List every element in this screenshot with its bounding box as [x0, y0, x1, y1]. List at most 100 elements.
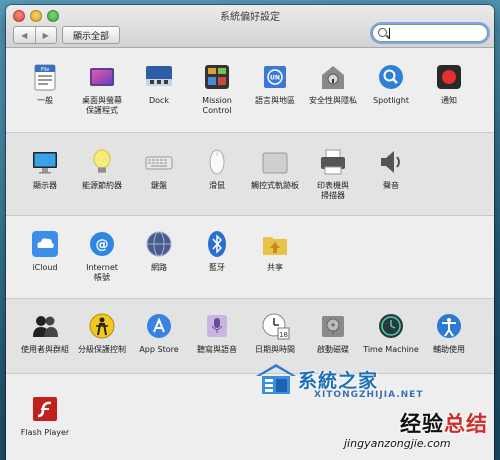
pref-pane-notifications[interactable]: 通知	[419, 62, 479, 106]
pref-pane-label: 一般	[37, 96, 53, 105]
sound-icon	[376, 147, 406, 177]
pref-pane-internet-accounts[interactable]: @ Internet 帳號	[72, 229, 132, 283]
pref-pane-label: 桌面與螢幕 保護程式	[82, 96, 122, 115]
pref-pane-label: Spotlight	[373, 96, 409, 105]
svg-text:UN: UN	[270, 75, 280, 82]
users-groups-icon	[30, 311, 60, 341]
pref-pane-parental-controls[interactable]: 分級保護控制	[72, 311, 132, 355]
sharing-icon	[260, 229, 290, 259]
show-all-button[interactable]: 顯示全部	[62, 26, 120, 44]
bluetooth-icon	[202, 229, 232, 259]
pref-pane-flash-player[interactable]: Flash Player	[15, 394, 75, 438]
pref-pane-app-store[interactable]: App Store	[129, 311, 189, 355]
pref-pane-energy-saver[interactable]: 能源節約器	[72, 147, 132, 191]
general-icon: File	[30, 62, 60, 92]
titlebar: 系統偏好設定 ◀ ▶ 顯示全部	[6, 5, 494, 48]
startup-disk-icon: ?	[318, 311, 348, 341]
pref-pane-bluetooth[interactable]: 藍牙	[187, 229, 247, 273]
pref-pane-network[interactable]: 網路	[129, 229, 189, 273]
pref-pane-spotlight[interactable]: Spotlight	[361, 62, 421, 106]
window-title: 系統偏好設定	[220, 12, 280, 23]
pref-pane-label: 印表機與 掃描器	[317, 181, 349, 200]
pref-pane-label: 語言與地區	[255, 96, 295, 105]
pref-pane-label: 通知	[441, 96, 457, 105]
pref-pane-icloud[interactable]: iCloud	[15, 229, 75, 273]
pref-pane-label: 網路	[151, 263, 167, 272]
icloud-icon	[30, 229, 60, 259]
pref-pane-sound[interactable]: 聲音	[361, 147, 421, 191]
jingyan-watermark: 经验总结	[400, 408, 488, 438]
internet-accounts-icon: @	[87, 229, 117, 259]
pref-pane-label: 安全性與隱私	[309, 96, 357, 105]
watermark-site-name: 系統之家	[298, 369, 379, 392]
pref-pane-label: Mission Control	[202, 96, 232, 115]
nav-buttons: ◀ ▶	[13, 26, 57, 44]
pref-pane-label: 啟動磁碟	[317, 345, 349, 354]
pref-pane-time-machine[interactable]: Time Machine	[361, 311, 421, 355]
pref-pane-label: 共享	[267, 263, 283, 272]
desktop-screensaver-icon	[87, 62, 117, 92]
pref-pane-label: 日期與時間	[255, 345, 295, 354]
jingyan-url: jingyanzongjie.com	[344, 437, 451, 450]
pref-pane-general[interactable]: File 一般	[15, 62, 75, 106]
search-icon	[378, 28, 387, 37]
language-region-icon: UN	[260, 62, 290, 92]
pref-pane-label: 聽寫與語音	[197, 345, 237, 354]
pref-pane-mouse[interactable]: 滑鼠	[187, 147, 247, 191]
time-machine-icon	[376, 311, 406, 341]
network-icon	[144, 229, 174, 259]
pref-pane-trackpad[interactable]: 觸控式軌跡板	[245, 147, 305, 191]
pref-pane-label: 分級保護控制	[78, 345, 126, 354]
text-cursor	[389, 28, 390, 39]
dock-icon	[144, 62, 174, 92]
pref-pane-sharing[interactable]: 共享	[245, 229, 305, 273]
pref-pane-startup-disk[interactable]: ? 啟動磁碟	[303, 311, 363, 355]
pref-pane-label: 輔助使用	[433, 345, 465, 354]
pref-pane-users-groups[interactable]: 使用者與群組	[15, 311, 75, 355]
pref-pane-dictation-speech[interactable]: 聽寫與語音	[187, 311, 247, 355]
pref-pane-label: 藍牙	[209, 263, 225, 272]
mission-control-icon	[202, 62, 232, 92]
pref-pane-label: 鍵盤	[151, 181, 167, 190]
pref-pane-label: 觸控式軌跡板	[251, 181, 299, 190]
pref-pane-language-region[interactable]: UN 語言與地區	[245, 62, 305, 106]
pref-pane-printers-scanners[interactable]: 印表機與 掃描器	[303, 147, 363, 201]
pref-pane-date-time[interactable]: 18 日期與時間	[245, 311, 305, 355]
forward-button[interactable]: ▶	[34, 27, 57, 43]
watermark-site-pinyin: XITONGZHIJIA.NET	[314, 390, 424, 400]
flash-player-icon	[30, 394, 60, 424]
app-store-icon	[144, 311, 174, 341]
pref-pane-accessibility[interactable]: 輔助使用	[419, 311, 479, 355]
pref-pane-displays[interactable]: 顯示器	[15, 147, 75, 191]
svg-text:@: @	[96, 238, 109, 253]
back-button[interactable]: ◀	[14, 27, 35, 43]
search-field[interactable]	[372, 24, 488, 42]
pref-pane-label: 能源節約器	[82, 181, 122, 190]
pref-pane-desktop-screensaver[interactable]: 桌面與螢幕 保護程式	[72, 62, 132, 116]
house-logo-icon	[254, 362, 298, 396]
security-privacy-icon	[318, 62, 348, 92]
displays-icon	[30, 147, 60, 177]
date-time-icon: 18	[260, 311, 290, 341]
svg-text:?: ?	[332, 331, 334, 336]
dictation-speech-icon	[202, 311, 232, 341]
spotlight-icon	[376, 62, 406, 92]
notifications-icon	[434, 62, 464, 92]
pref-pane-label: 使用者與群組	[21, 345, 69, 354]
pref-pane-dock[interactable]: Dock	[129, 62, 189, 106]
svg-text:File: File	[41, 67, 49, 73]
pref-pane-label: Internet 帳號	[86, 263, 118, 282]
jingyan-red-text: 总结	[444, 412, 488, 436]
pref-pane-label: 滑鼠	[209, 181, 225, 190]
jingyan-black-text: 经验	[400, 412, 444, 436]
keyboard-icon	[144, 147, 174, 177]
pref-pane-label: iCloud	[32, 263, 58, 272]
pref-pane-label: 顯示器	[33, 181, 57, 190]
pref-pane-keyboard[interactable]: 鍵盤	[129, 147, 189, 191]
pref-pane-label: 聲音	[383, 181, 399, 190]
trackpad-icon	[260, 147, 290, 177]
pref-pane-security-privacy[interactable]: 安全性與隱私	[303, 62, 363, 106]
pref-pane-mission-control[interactable]: Mission Control	[187, 62, 247, 116]
energy-saver-icon	[87, 147, 117, 177]
mouse-icon	[202, 147, 232, 177]
